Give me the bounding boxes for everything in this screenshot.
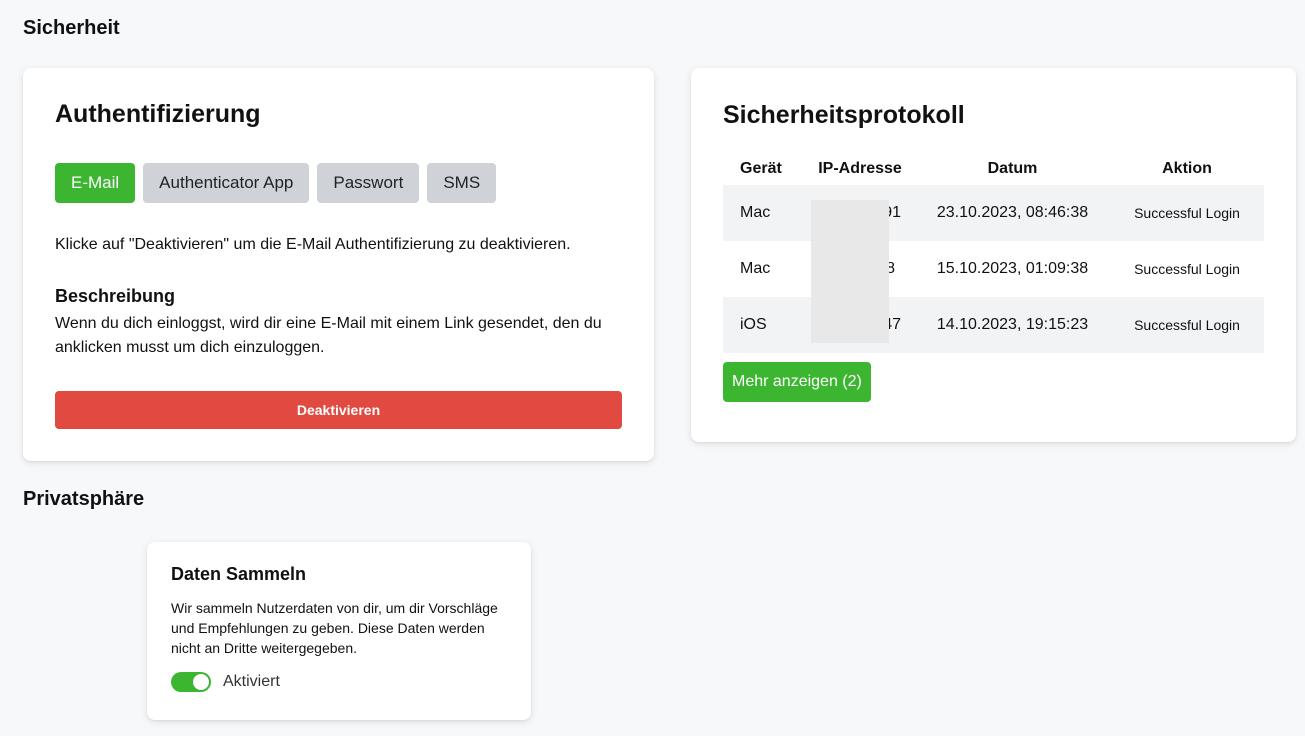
header-device: Gerät: [740, 160, 782, 177]
cell-date: 23.10.2023, 08:46:38: [915, 185, 1110, 241]
data-collection-toggle[interactable]: [171, 672, 211, 692]
toggle-knob: [193, 674, 209, 690]
data-collection-title: Daten Sammeln: [171, 564, 307, 584]
header-date: Datum: [987, 160, 1038, 177]
auth-info-text: Klicke auf "Deaktivieren" um die E-Mail …: [55, 236, 571, 253]
tab-password[interactable]: Passwort: [317, 163, 420, 203]
header-ip: IP-Adresse: [818, 160, 902, 177]
deactivate-button[interactable]: Deaktivieren: [55, 391, 622, 429]
tab-email[interactable]: E-Mail: [55, 163, 136, 203]
security-section-title: Sicherheit: [23, 17, 120, 39]
security-log-table: Gerät IP-Adresse Datum Aktion Mac .91 23…: [723, 153, 1264, 353]
header-action: Aktion: [1162, 160, 1212, 177]
description-heading: Beschreibung: [55, 286, 176, 306]
table-row: Mac .91 23.10.2023, 08:46:38 Successful …: [723, 185, 1264, 241]
description-text: Wenn du dich einloggst, wird dir eine E-…: [55, 315, 602, 356]
cell-date: 15.10.2023, 01:09:38: [936, 260, 1089, 277]
cell-date: 14.10.2023, 19:15:23: [915, 297, 1110, 353]
data-collection-text: Wir sammeln Nutzerdaten von dir, um dir …: [171, 600, 498, 656]
show-more-button[interactable]: Mehr anzeigen (2): [723, 362, 871, 402]
toggle-label: Aktiviert: [223, 673, 280, 690]
cell-device: Mac: [740, 260, 771, 277]
tab-sms[interactable]: SMS: [427, 163, 497, 203]
auth-card: Authentifizierung E-Mail Authenticator A…: [23, 68, 654, 461]
security-log-card: Sicherheitsprotokoll Gerät IP-Adresse Da…: [691, 68, 1296, 442]
table-row: iOS 47 14.10.2023, 19:15:23 Successful L…: [723, 297, 1264, 353]
auth-tabs: E-Mail Authenticator App Passwort SMS: [55, 163, 497, 203]
cell-device: Mac: [723, 185, 805, 241]
ip-redaction-mask: [811, 200, 889, 343]
cell-device: iOS: [723, 297, 805, 353]
cell-action: Successful Login: [1134, 261, 1240, 277]
data-collection-toggle-row: Aktiviert: [171, 672, 280, 692]
cell-action: Successful Login: [1110, 185, 1264, 241]
tab-authenticator-app[interactable]: Authenticator App: [143, 163, 310, 203]
auth-title: Authentifizierung: [55, 100, 261, 128]
cell-action: Successful Login: [1110, 297, 1264, 353]
data-collection-card: Daten Sammeln Wir sammeln Nutzerdaten vo…: [147, 542, 531, 720]
privacy-section-title: Privatsphäre: [23, 488, 145, 510]
table-header-row: Gerät IP-Adresse Datum Aktion: [723, 153, 1264, 185]
security-log-title: Sicherheitsprotokoll: [723, 101, 965, 129]
table-row: Mac 38 15.10.2023, 01:09:38 Successful L…: [723, 241, 1264, 297]
